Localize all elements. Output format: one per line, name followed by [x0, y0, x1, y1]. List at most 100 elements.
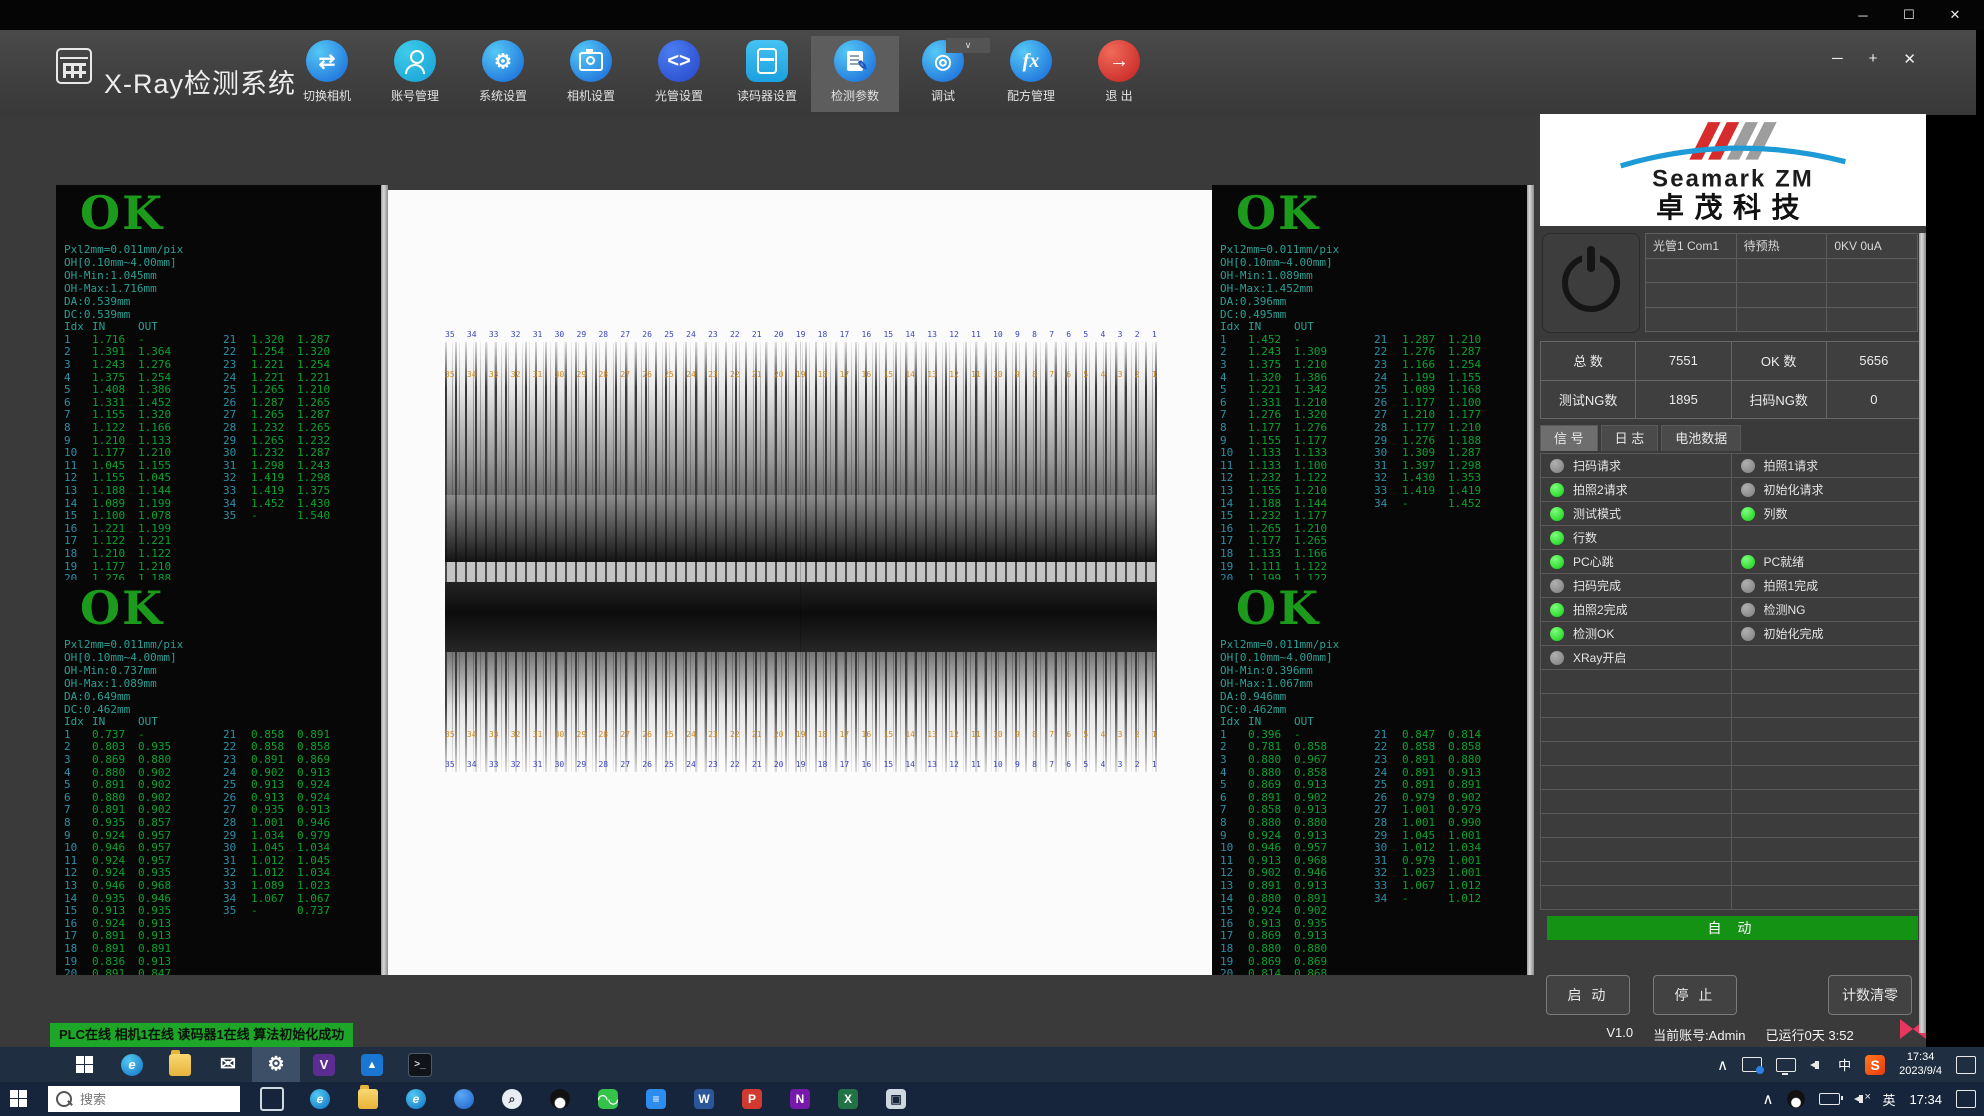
taskbar-icon-word[interactable]: W [680, 1082, 728, 1116]
finger-index-label: 17 [840, 330, 850, 339]
taskbar-icon-app-blue[interactable] [440, 1082, 488, 1116]
signal-empty-cell [1732, 862, 1923, 886]
scrollbar[interactable] [381, 185, 388, 975]
tray-expand-icon[interactable]: ∧ [1762, 1090, 1773, 1108]
edge-icon: e [406, 1089, 426, 1109]
signal-empty-cell [1732, 790, 1923, 814]
ime-indicator[interactable]: 中 [1838, 1055, 1851, 1074]
finger-index-label: 32 [511, 760, 521, 769]
toolbar-switch-camera[interactable]: ⇄ 切换相机 [283, 36, 371, 112]
finger-index-label: 14 [905, 330, 915, 339]
display-icon[interactable] [1776, 1058, 1796, 1072]
battery-icon[interactable] [1819, 1093, 1840, 1105]
tab-1[interactable]: 日 志 [1601, 425, 1659, 451]
measurement-header: IdxINOUT [64, 321, 382, 334]
taskbar-icon-pdf[interactable]: P [728, 1082, 776, 1116]
finger-index-label: 32 [511, 330, 521, 339]
window-maximize-button[interactable]: ☐ [1886, 7, 1932, 23]
finger-index-label: 10 [993, 760, 1003, 769]
taskbar-icon-mail[interactable]: ✉ [204, 1047, 252, 1082]
taskbar-icon-file-explorer[interactable] [344, 1082, 392, 1116]
result-panel-left-bottom: OKPxl2mm=0.011mm/pixOH[0.10mm~4.00mm]OH-… [56, 580, 388, 975]
taskbar-icon-photos[interactable]: ▲ [348, 1047, 396, 1082]
toolbar-system-settings[interactable]: ⚙ 系统设置 [459, 36, 547, 112]
language-indicator[interactable]: 英 [1882, 1090, 1895, 1109]
stop-button[interactable]: 停 止 [1653, 975, 1737, 1015]
measurement-info-line: DA:0.946mm [1220, 690, 1528, 703]
taskbar-icon-magnifier[interactable]: ⌕ [488, 1082, 536, 1116]
app-close-button[interactable]: ✕ [1903, 50, 1916, 68]
taskbar-search[interactable] [48, 1086, 240, 1112]
toolbar-inspect-params[interactable]: 检测参数 [811, 36, 899, 112]
notification-center-icon[interactable] [1956, 1056, 1976, 1074]
finger-index-label: 35 [445, 760, 455, 769]
tray-expand-icon[interactable]: ∧ [1717, 1056, 1728, 1074]
speaker-muted-icon[interactable]: × [1854, 1092, 1868, 1106]
measurement-row: 151.2321.177 [1220, 510, 1374, 523]
toolbar-tube-settings[interactable]: <> 光管设置 [635, 36, 723, 112]
measurement-row: 130.8910.913 [1220, 880, 1374, 893]
window-close-button[interactable]: ✕ [1932, 7, 1978, 23]
tab-2[interactable]: 电池数据 [1661, 425, 1741, 451]
taskbar-icon-app-purple[interactable]: V [300, 1047, 348, 1082]
tube-status-cell: 光管1 Com1 [1646, 234, 1737, 259]
toolbar-account[interactable]: 账号管理 [371, 36, 459, 112]
screen-cast-icon[interactable] [1742, 1057, 1762, 1072]
search-input[interactable] [78, 1091, 212, 1108]
taskbar-icon-edge[interactable]: e [392, 1082, 440, 1116]
app-maximize-button[interactable]: + [1869, 50, 1878, 68]
speaker-icon[interactable] [1810, 1058, 1824, 1072]
taskbar-icon-onenote[interactable]: N [776, 1082, 824, 1116]
app-minimize-button[interactable]: ─ [1832, 50, 1843, 68]
measurement-row: 250.8910.891 [1374, 779, 1528, 792]
signal-cell: 行数 [1541, 526, 1732, 550]
taskbar-icon-edge[interactable]: e [108, 1047, 156, 1082]
signal-empty-cell [1732, 742, 1923, 766]
taskbar-icon-terminal[interactable]: >_ [396, 1047, 444, 1082]
measurement-header: IdxINOUT [1220, 716, 1528, 729]
led-on-icon [1550, 483, 1564, 497]
taskbar-icon-task-view[interactable] [248, 1082, 296, 1116]
taskbar-icon-settings[interactable]: ⚙ [252, 1047, 300, 1082]
taskbar-icon-edge[interactable]: e [296, 1082, 344, 1116]
taskbar-icon-wechat[interactable]: ◠◡ [584, 1082, 632, 1116]
taskbar-icon-qq[interactable] [536, 1082, 584, 1116]
finger-index-label: 20 [774, 370, 784, 379]
measurement-row: 250.9130.924 [223, 779, 382, 792]
toolbar-recipe[interactable]: fx 配方管理 [987, 36, 1075, 112]
measurement-info-line: OH-Max:1.067mm [1220, 677, 1528, 690]
toolbar-camera-settings[interactable]: 相机设置 [547, 36, 635, 112]
finger-index-label: 22 [730, 330, 740, 339]
taskbar-icon-start[interactable] [60, 1047, 108, 1082]
start-menu-icon[interactable] [10, 1090, 27, 1107]
signal-empty-cell [1541, 838, 1732, 862]
start-button[interactable]: 启 动 [1546, 975, 1630, 1015]
finger-index-label: 21 [752, 330, 762, 339]
taskbar-icon-file-explorer[interactable] [156, 1047, 204, 1082]
tube-status-cell: 待预热 [1737, 234, 1828, 259]
notification-center-icon[interactable] [1956, 1090, 1976, 1108]
qq-tray-icon[interactable] [1787, 1090, 1805, 1108]
xray-image-viewport[interactable]: 3534333231302928272625242322212019181716… [388, 190, 1212, 975]
scrollbar[interactable] [1527, 185, 1534, 975]
tab-0[interactable]: 信 号 [1540, 425, 1598, 451]
clock[interactable]: 17:34 2023/9/4 [1899, 1051, 1942, 1079]
toolbar-exit[interactable]: → 退 出 [1075, 36, 1163, 112]
toolbar-reader-settings[interactable]: 读码器设置 [723, 36, 811, 112]
result-ok-text: OK [1236, 189, 1528, 237]
signal-empty-cell [1541, 814, 1732, 838]
taskbar-icon-notebook[interactable]: ≡ [632, 1082, 680, 1116]
xray-power-button[interactable] [1542, 233, 1640, 333]
window-minimize-button[interactable]: ─ [1840, 8, 1886, 23]
finger-index-label: 12 [949, 330, 959, 339]
finger-index-label: 17 [840, 370, 850, 379]
clock[interactable]: 17:34 [1909, 1092, 1942, 1107]
finger-index-label: 31 [533, 370, 543, 379]
scrollbar[interactable] [1919, 233, 1926, 1033]
debug-dropdown-caret[interactable]: ∨ [946, 38, 990, 53]
measurement-row: 281.0010.990 [1374, 817, 1528, 830]
counter-reset-button[interactable]: 计数清零 [1828, 975, 1912, 1015]
taskbar-icon-excel[interactable]: X [824, 1082, 872, 1116]
taskbar-icon-window[interactable]: ▣ [872, 1082, 920, 1116]
sogou-input-icon[interactable]: S [1865, 1055, 1885, 1075]
